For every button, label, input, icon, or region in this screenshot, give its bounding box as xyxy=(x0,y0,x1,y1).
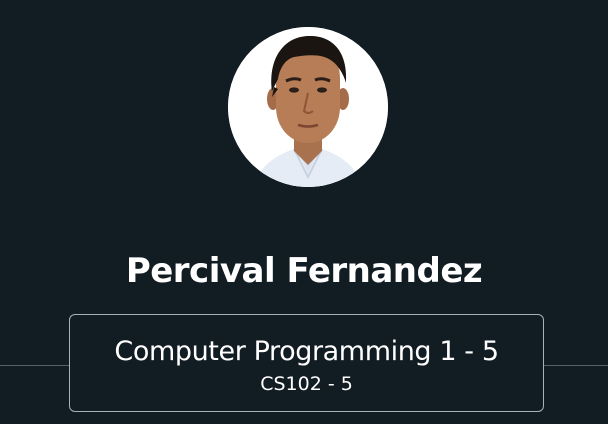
course-title: Computer Programming 1 - 5 xyxy=(114,336,499,367)
avatar[interactable] xyxy=(228,27,388,187)
avatar-photo xyxy=(228,27,388,187)
course-card[interactable]: Computer Programming 1 - 5 CS102 - 5 xyxy=(69,314,544,412)
profile-name: Percival Fernandez xyxy=(125,251,483,291)
profile-screen: Percival Fernandez Computer Programming … xyxy=(0,0,608,424)
course-code: CS102 - 5 xyxy=(260,373,353,395)
